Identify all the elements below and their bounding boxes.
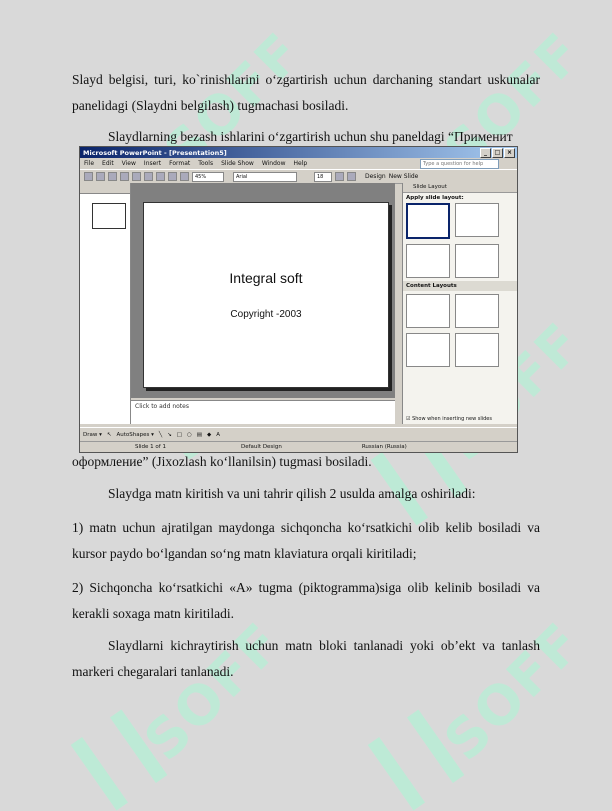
show-when-label: Show when inserting new slides bbox=[412, 416, 492, 422]
paragraph-4: Slaydga matn kiritish va uni tahrir qili… bbox=[108, 486, 476, 501]
notes-pane[interactable]: Click to add notes bbox=[131, 400, 395, 424]
print-icon[interactable] bbox=[120, 172, 129, 181]
layout-title-content[interactable] bbox=[406, 333, 450, 367]
textbox-icon[interactable]: ▤ bbox=[197, 432, 202, 438]
menu-edit[interactable]: Edit bbox=[102, 160, 114, 167]
slides-outline-pane bbox=[80, 183, 131, 424]
rectangle-icon[interactable]: □ bbox=[177, 432, 182, 438]
paragraph-3: оформление” (Jixozlash ko‘llanilsin) tug… bbox=[72, 454, 372, 469]
menu-insert[interactable]: Insert bbox=[144, 160, 161, 167]
menu-slide-show[interactable]: Slide Show bbox=[221, 160, 254, 167]
content-layouts-heading: Content Layouts bbox=[403, 281, 517, 291]
arrow-icon[interactable]: ↘ bbox=[167, 432, 172, 438]
slide-thumbnail[interactable] bbox=[92, 203, 126, 229]
outline-tabs[interactable] bbox=[80, 183, 130, 194]
menu-tools[interactable]: Tools bbox=[198, 160, 213, 167]
autoshapes-menu[interactable]: AutoShapes ▾ bbox=[116, 432, 153, 438]
chart-icon[interactable] bbox=[168, 172, 177, 181]
menu-view[interactable]: View bbox=[122, 160, 136, 167]
undo-icon[interactable] bbox=[156, 172, 165, 181]
font-color-icon[interactable]: A bbox=[216, 432, 220, 438]
paragraph-6: 2) Sichqoncha ko‘rsatkichi «A» tugma (pi… bbox=[72, 580, 540, 621]
menu-format[interactable]: Format bbox=[169, 160, 190, 167]
layout-content[interactable] bbox=[455, 294, 499, 328]
maximize-icon[interactable]: □ bbox=[492, 147, 503, 158]
standard-toolbar: 45% Arial 18 Design New Slide bbox=[80, 169, 517, 184]
slide-subtitle[interactable]: Copyright -2003 bbox=[144, 309, 388, 320]
bold-icon[interactable] bbox=[335, 172, 344, 181]
watermark-logo bbox=[70, 709, 168, 811]
zoom-select[interactable]: 45% bbox=[192, 171, 224, 182]
slide-layout-taskpane: Slide Layout Apply slide layout: Content… bbox=[402, 183, 517, 424]
slide-canvas[interactable]: Integral soft Copyright -2003 bbox=[143, 202, 389, 388]
window-title: Microsoft PowerPoint - [Presentation5] bbox=[83, 148, 227, 157]
line-icon[interactable]: ╲ bbox=[159, 432, 162, 438]
italic-icon[interactable] bbox=[347, 172, 356, 181]
font-select[interactable]: Arial bbox=[233, 171, 297, 182]
layout-two-column[interactable] bbox=[455, 244, 499, 278]
help-search-input[interactable]: Type a question for help bbox=[420, 158, 499, 169]
layout-title-text[interactable] bbox=[406, 244, 450, 278]
layout-title-only[interactable] bbox=[455, 203, 499, 237]
select-pointer-icon[interactable]: ↖ bbox=[107, 432, 112, 438]
paragraph-1: Slayd belgisi, turi, ko`rinishlarini o‘z… bbox=[72, 72, 540, 113]
paragraph-5: 1) matn uchun ajratilgan maydonga sichqo… bbox=[72, 520, 540, 561]
design-button[interactable]: Design bbox=[365, 173, 386, 180]
apply-layout-label: Apply slide layout: bbox=[406, 195, 464, 201]
layout-title-slide[interactable] bbox=[406, 203, 450, 239]
draw-menu[interactable]: Draw ▾ bbox=[83, 432, 102, 438]
menu-bar: File Edit View Insert Format Tools Slide… bbox=[80, 158, 517, 169]
slide-pane: Integral soft Copyright -2003 bbox=[131, 183, 395, 398]
close-icon[interactable]: × bbox=[504, 147, 515, 158]
slide-title[interactable]: Integral soft bbox=[144, 270, 388, 286]
layout-blank[interactable] bbox=[406, 294, 450, 328]
powerpoint-screenshot: Microsoft PowerPoint - [Presentation5] _… bbox=[79, 146, 518, 453]
paste-icon[interactable] bbox=[144, 172, 153, 181]
drawing-toolbar: Draw ▾ ↖ AutoShapes ▾ ╲ ↘ □ ○ ▤ ◆ A bbox=[80, 427, 517, 441]
paragraph-7: Slaydlarni kichraytirish uchun matn blok… bbox=[72, 638, 540, 679]
font-size-select[interactable]: 18 bbox=[314, 171, 332, 182]
copy-icon[interactable] bbox=[132, 172, 141, 181]
watermark-logo bbox=[367, 709, 465, 811]
layout-two-content[interactable] bbox=[455, 333, 499, 367]
oval-icon[interactable]: ○ bbox=[187, 432, 192, 438]
open-icon[interactable] bbox=[96, 172, 105, 181]
menu-help[interactable]: Help bbox=[294, 160, 308, 167]
fill-color-icon[interactable]: ◆ bbox=[207, 432, 211, 438]
table-icon[interactable] bbox=[180, 172, 189, 181]
taskpane-title: Slide Layout bbox=[403, 183, 517, 193]
new-slide-button[interactable]: New Slide bbox=[389, 173, 419, 180]
save-icon[interactable] bbox=[108, 172, 117, 181]
window-titlebar: Microsoft PowerPoint - [Presentation5] _… bbox=[80, 147, 517, 158]
new-icon[interactable] bbox=[84, 172, 93, 181]
menu-window[interactable]: Window bbox=[262, 160, 286, 167]
menu-file[interactable]: File bbox=[84, 160, 94, 167]
show-when-inserting-checkbox[interactable]: ☑ Show when inserting new slides bbox=[406, 416, 492, 422]
workspace: Integral soft Copyright -2003 Click to a… bbox=[80, 183, 517, 424]
minimize-icon[interactable]: _ bbox=[480, 147, 491, 158]
